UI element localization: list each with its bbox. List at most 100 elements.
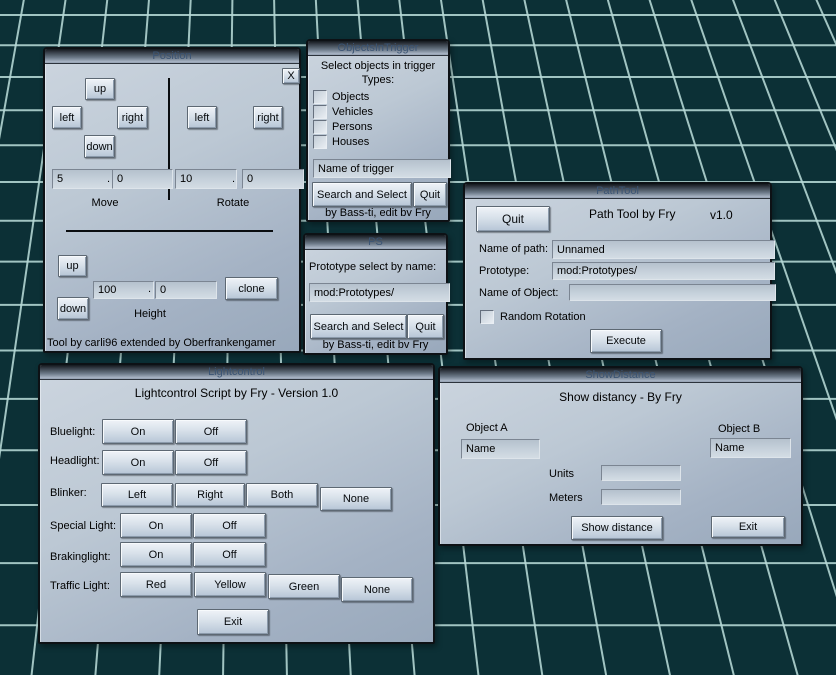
vehicles-checkbox-label: Vehicles — [332, 106, 373, 118]
random-rotation-label: Random Rotation — [500, 311, 586, 323]
blinker-both-button[interactable]: Both — [246, 483, 318, 507]
show-distance-button[interactable]: Show distance — [571, 516, 663, 540]
execute-button[interactable]: Execute — [590, 329, 662, 353]
ps-footer-credit: by Bass-ti, edit bv Fry — [305, 339, 446, 351]
showdistance-heading: Show distancy - By Fry — [440, 390, 801, 404]
prototype-field[interactable]: mod:Prototypes/ — [552, 262, 775, 280]
clone-button[interactable]: clone — [225, 277, 278, 300]
exit-button[interactable]: Exit — [197, 609, 269, 635]
search-and-select-button[interactable]: Search and Select — [310, 314, 407, 339]
move-left-button[interactable]: left — [52, 106, 82, 129]
trigger-types-label: Types: — [308, 74, 448, 86]
quit-button[interactable]: Quit — [407, 314, 444, 339]
quit-button[interactable]: Quit — [476, 206, 550, 232]
decimal-separator: . — [148, 283, 151, 295]
name-of-object-label: Name of Object: — [479, 287, 558, 299]
brakinglight-on-button[interactable]: On — [120, 542, 192, 567]
special-light-label: Special Light: — [50, 520, 116, 532]
random-rotation-checkbox[interactable] — [480, 310, 494, 324]
object-b-label: Object B — [718, 423, 760, 435]
height-int-field[interactable]: 100 — [93, 281, 154, 299]
pathtool-version: v1.0 — [710, 208, 733, 222]
close-button[interactable]: X — [282, 68, 300, 84]
special-light-on-button[interactable]: On — [120, 513, 192, 538]
traffic-green-button[interactable]: Green — [268, 574, 340, 599]
trigger-name-field[interactable]: Name of trigger — [313, 159, 451, 178]
height-down-button[interactable]: down — [57, 297, 89, 320]
blinker-label: Blinker: — [50, 487, 87, 499]
prototype-name-field[interactable]: mod:Prototypes/ — [309, 283, 450, 302]
units-field[interactable] — [601, 465, 681, 481]
rotate-step-frac-field[interactable]: 0 — [242, 169, 304, 189]
decimal-separator: . — [232, 173, 235, 185]
move-right-button[interactable]: right — [117, 106, 148, 129]
headlight-label: Headlight: — [50, 455, 100, 467]
position-footer-credit: Tool by carli96 extended by Oberfrankeng… — [47, 337, 276, 349]
objects-in-trigger-window: ObjectsInTrigger Select objects in trigg… — [306, 39, 450, 222]
blinker-none-button[interactable]: None — [320, 487, 392, 511]
height-up-button[interactable]: up — [58, 255, 87, 277]
move-step-frac-field[interactable]: 0 — [112, 169, 173, 189]
persons-checkbox-label: Persons — [332, 121, 372, 133]
path-name-field[interactable]: Unnamed — [552, 240, 775, 259]
trigger-heading: Select objects in trigger — [308, 60, 448, 72]
headlight-on-button[interactable]: On — [102, 450, 174, 475]
objects-in-trigger-titlebar[interactable]: ObjectsInTrigger — [308, 41, 448, 56]
traffic-light-label: Traffic Light: — [50, 580, 110, 592]
move-up-button[interactable]: up — [85, 78, 115, 100]
object-b-name-field[interactable]: Name — [710, 438, 791, 458]
brakinglight-label: Brakinglight: — [50, 551, 111, 563]
objects-checkbox[interactable] — [313, 90, 327, 104]
trigger-footer-credit: by Bass-ti, edit bv Fry — [308, 207, 448, 219]
bluelight-label: Bluelight: — [50, 426, 95, 438]
pathtool-titlebar[interactable]: PathTool — [465, 184, 770, 199]
prototype-select-window: PS Prototype select by name: mod:Prototy… — [303, 233, 448, 355]
brakinglight-off-button[interactable]: Off — [193, 542, 266, 567]
search-and-select-button[interactable]: Search and Select — [312, 182, 412, 207]
lightcontrol-heading: Lightcontrol Script by Fry - Version 1.0 — [40, 386, 433, 400]
rotate-right-button[interactable]: right — [253, 106, 283, 129]
ps-heading: Prototype select by name: — [309, 261, 436, 273]
objects-checkbox-label: Objects — [332, 91, 369, 103]
exit-button[interactable]: Exit — [711, 516, 785, 538]
quit-button[interactable]: Quit — [413, 182, 447, 207]
headlight-off-button[interactable]: Off — [175, 450, 247, 475]
meters-label: Meters — [549, 492, 583, 504]
meters-field[interactable] — [601, 489, 681, 505]
houses-checkbox[interactable] — [313, 135, 327, 149]
ps-titlebar[interactable]: PS — [305, 235, 446, 250]
showdistance-titlebar[interactable]: ShowDistance — [440, 368, 801, 383]
traffic-red-button[interactable]: Red — [120, 572, 192, 597]
traffic-none-button[interactable]: None — [341, 577, 413, 602]
rotate-left-button[interactable]: left — [187, 106, 217, 129]
prototype-label: Prototype: — [479, 265, 529, 277]
units-label: Units — [549, 468, 574, 480]
showdistance-window: ShowDistance Show distancy - By Fry Obje… — [438, 366, 803, 546]
houses-checkbox-label: Houses — [332, 136, 369, 148]
special-light-off-button[interactable]: Off — [193, 513, 266, 538]
divider — [66, 230, 273, 232]
pathtool-window: PathTool Quit Path Tool by Fry v1.0 Name… — [463, 182, 772, 360]
blinker-right-button[interactable]: Right — [175, 483, 245, 507]
rotate-step-int-field[interactable]: 10 — [175, 169, 237, 189]
bluelight-off-button[interactable]: Off — [175, 419, 247, 444]
object-a-name-field[interactable]: Name — [461, 439, 540, 459]
bluelight-on-button[interactable]: On — [102, 419, 174, 444]
lightcontrol-titlebar[interactable]: Lightcontrol — [40, 365, 433, 380]
move-down-button[interactable]: down — [84, 135, 115, 158]
traffic-yellow-button[interactable]: Yellow — [194, 572, 266, 597]
position-titlebar[interactable]: Position — [45, 49, 299, 64]
move-label: Move — [75, 197, 135, 209]
pathtool-heading: Path Tool by Fry — [589, 207, 675, 221]
decimal-separator: . — [107, 173, 110, 185]
object-name-field[interactable] — [569, 284, 776, 301]
object-a-label: Object A — [466, 422, 508, 434]
blinker-left-button[interactable]: Left — [101, 483, 173, 507]
height-frac-field[interactable]: 0 — [155, 281, 217, 299]
name-of-path-label: Name of path: — [479, 243, 548, 255]
vehicles-checkbox[interactable] — [313, 105, 327, 119]
lightcontrol-window: Lightcontrol Lightcontrol Script by Fry … — [38, 363, 435, 644]
persons-checkbox[interactable] — [313, 120, 327, 134]
move-step-int-field[interactable]: 5 — [52, 169, 113, 189]
rotate-label: Rotate — [203, 197, 263, 209]
